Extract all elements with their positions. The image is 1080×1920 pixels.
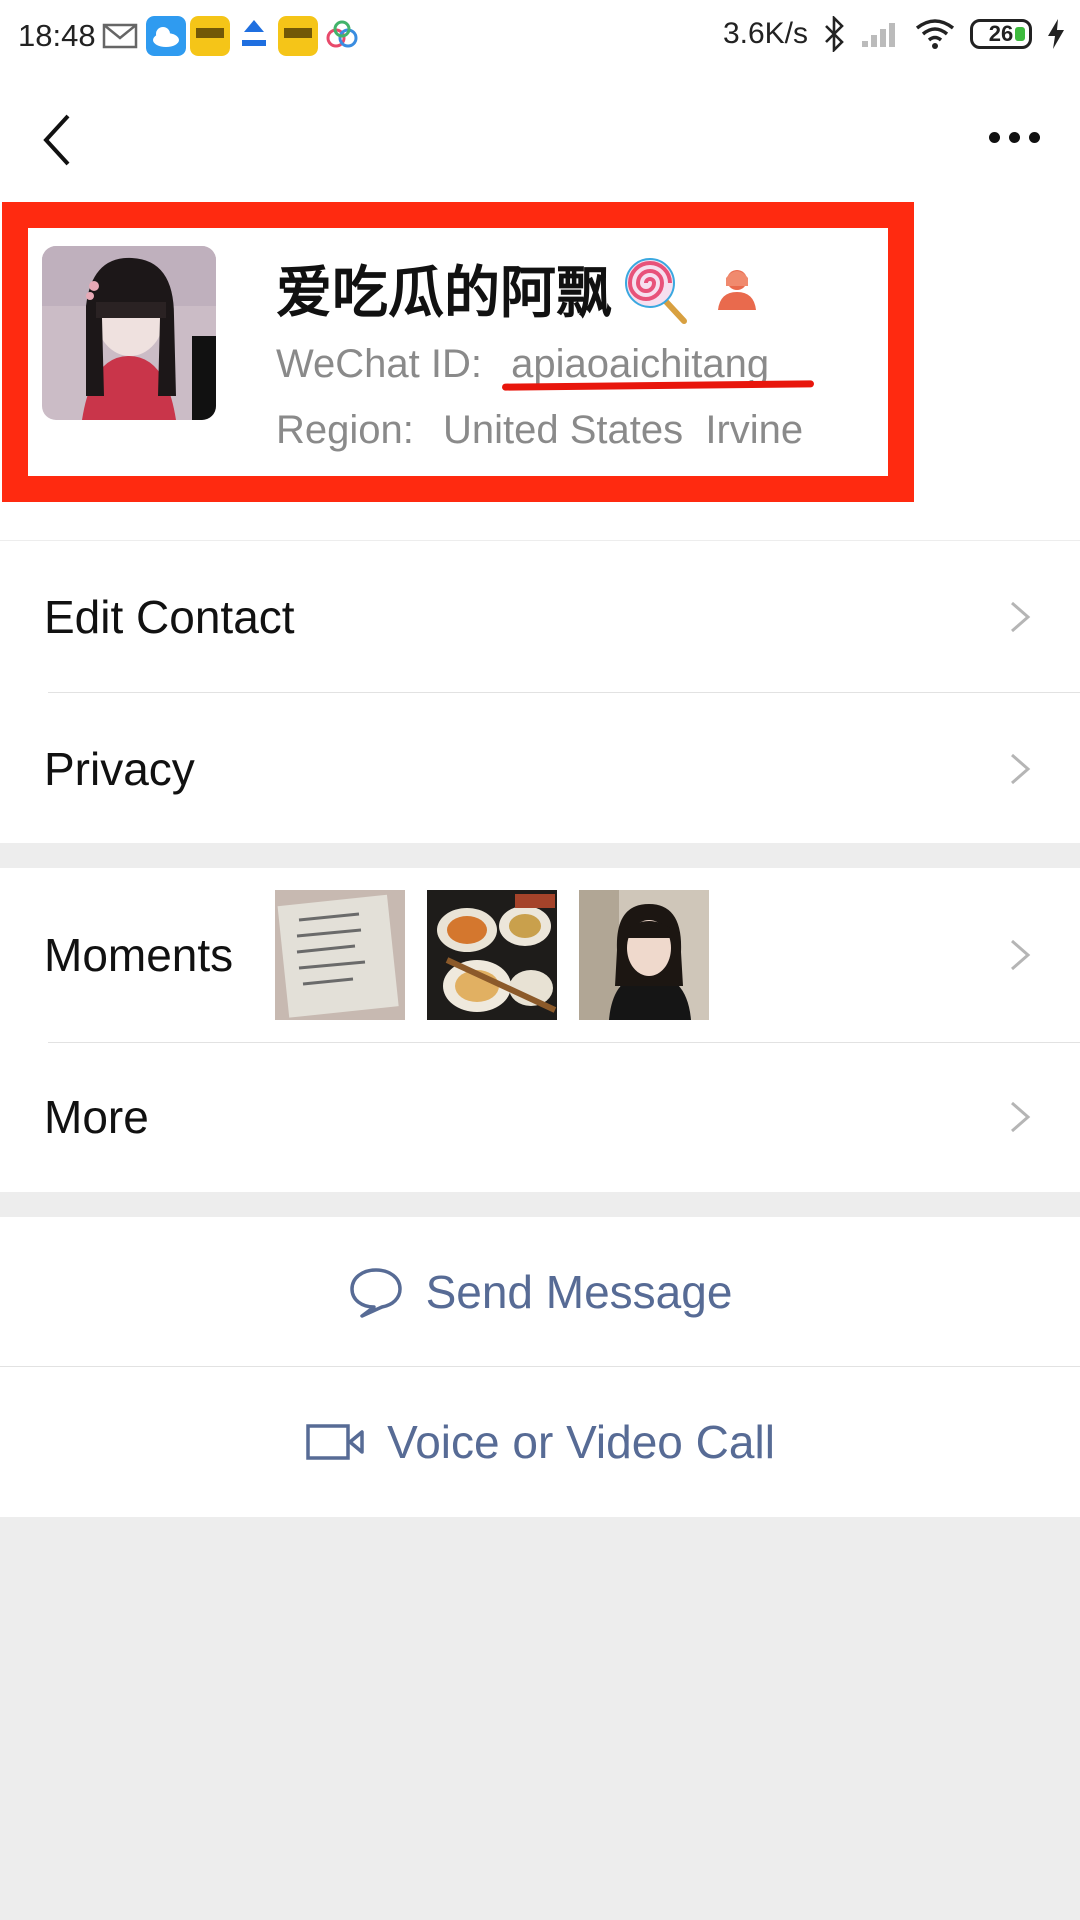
chevron-right-icon: [1011, 601, 1031, 633]
wechat-id-row: WeChat ID: apiaoaichitang: [276, 342, 769, 387]
contact-name-text: 爱吃瓜的阿飘: [276, 261, 612, 326]
more-options-icon[interactable]: [989, 132, 1040, 143]
moments-thumbnails: [275, 890, 709, 1020]
voice-video-call-label: Voice or Video Call: [387, 1416, 775, 1468]
status-bar: 18:48 3.6K/s 26: [0, 0, 1080, 72]
shopping-app-icon: [190, 16, 230, 56]
navigation-bar: [0, 72, 1080, 202]
contact-name: 爱吃瓜的阿飘: [276, 248, 760, 329]
profile-header: 爱吃瓜的阿飘 WeChat ID: apiaoaichitang Region:…: [0, 202, 1080, 540]
send-message-button[interactable]: Send Message: [0, 1217, 1080, 1367]
female-gender-icon: [718, 269, 756, 310]
moments-item[interactable]: Moments: [0, 868, 1080, 1042]
privacy-label: Privacy: [44, 743, 195, 795]
chat-bubble-icon: [349, 1268, 402, 1318]
moments-photo-note[interactable]: [275, 890, 405, 1020]
battery-indicator: 26: [970, 19, 1032, 49]
cloud-app-icon: [146, 16, 186, 56]
bluetooth-icon: [825, 16, 844, 52]
moments-photo-selfie[interactable]: [579, 890, 709, 1020]
mail-icon: [102, 23, 138, 49]
region-row: Region: United States Irvine: [276, 408, 803, 453]
photo-app-icon: [326, 20, 358, 48]
region-label: Region:: [276, 408, 414, 452]
region-value: United States Irvine: [443, 408, 804, 452]
download-app-icon: [234, 16, 274, 56]
privacy-item[interactable]: Privacy: [0, 693, 1080, 845]
signal-icon: [862, 23, 895, 47]
back-chevron-icon[interactable]: [38, 112, 78, 168]
lollipop-icon: [625, 257, 687, 324]
voice-video-call-button[interactable]: Voice or Video Call: [0, 1367, 1080, 1517]
shopping-app-icon: [278, 16, 318, 56]
wechat-id-value: apiaoaichitang: [511, 342, 770, 386]
status-time: 18:48: [18, 18, 96, 53]
battery-level: 26: [988, 21, 1014, 46]
wechat-id-label: WeChat ID:: [276, 342, 482, 386]
chevron-right-icon: [1011, 753, 1031, 785]
more-item[interactable]: More: [0, 1042, 1080, 1192]
moments-label: Moments: [44, 929, 234, 981]
moments-photo-food[interactable]: [427, 890, 557, 1020]
chevron-right-icon: [1011, 1101, 1031, 1133]
send-message-label: Send Message: [425, 1266, 733, 1318]
contact-settings-group: Edit Contact Privacy: [0, 541, 1080, 843]
wifi-icon: [915, 19, 955, 49]
chevron-right-icon: [1011, 939, 1031, 971]
video-camera-icon: [306, 1424, 364, 1460]
avatar[interactable]: [42, 246, 216, 420]
network-speed: 3.6K/s: [722, 17, 808, 50]
more-label: More: [44, 1091, 149, 1143]
edit-contact-item[interactable]: Edit Contact: [0, 541, 1080, 693]
moments-group: Moments More: [0, 868, 1080, 1192]
charging-icon: [1048, 19, 1064, 49]
edit-contact-label: Edit Contact: [44, 591, 295, 643]
